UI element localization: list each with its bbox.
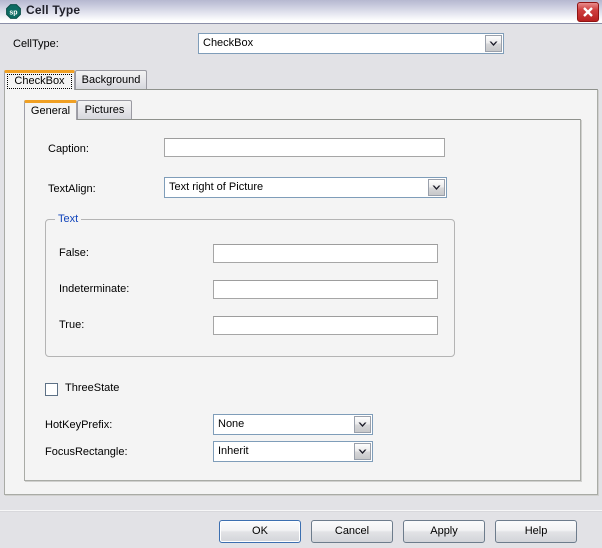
tab-focus-ring [7,74,72,89]
tab-general-label: General [30,105,71,117]
checkbox-box-icon [45,383,58,396]
outer-tabstrip: CheckBox Background [4,70,598,90]
cell-type-dialog: sp Cell Type CellType: CheckBox CheckBox… [0,0,602,548]
celltype-combo-value: CheckBox [203,37,254,49]
celltype-combo[interactable]: CheckBox [198,33,504,54]
false-input[interactable] [213,244,438,263]
chevron-down-icon[interactable] [428,179,445,196]
apply-button[interactable]: Apply [403,520,485,543]
textalign-label: TextAlign: [48,183,96,195]
chevron-down-icon[interactable] [354,416,371,433]
textalign-combo[interactable]: Text right of Picture [164,177,447,198]
celltype-label: CellType: [13,38,59,50]
hotkeyprefix-label: HotKeyPrefix: [45,419,113,431]
inner-tabstrip: General Pictures [24,100,584,120]
tab-general[interactable]: General [24,100,77,120]
hotkeyprefix-combo-value: None [218,418,245,430]
indeterminate-label: Indeterminate: [59,283,130,295]
svg-text:sp: sp [9,10,17,17]
caption-label: Caption: [48,143,89,155]
window-title: Cell Type [26,3,81,17]
false-label: False: [59,247,89,259]
caption-input[interactable] [164,138,445,157]
threestate-label: ThreeState [65,382,120,394]
title-bar: sp Cell Type [0,0,602,24]
true-input[interactable] [213,316,438,335]
footer-separator [0,510,602,512]
tab-pictures[interactable]: Pictures [77,100,132,120]
tab-checkbox[interactable]: CheckBox [4,70,75,90]
text-groupbox-legend: Text [55,213,82,225]
chevron-down-icon[interactable] [485,35,502,52]
close-icon[interactable] [577,2,599,22]
true-label: True: [59,319,85,331]
chevron-down-icon[interactable] [354,443,371,460]
spread-app-icon: sp [6,4,21,19]
textalign-combo-value: Text right of Picture [169,181,264,193]
tab-pictures-label: Pictures [84,104,125,116]
ok-button[interactable]: OK [219,520,301,543]
focusrectangle-label: FocusRectangle: [45,446,128,458]
tab-background[interactable]: Background [75,70,147,90]
tab-background-label: Background [81,74,141,86]
help-button[interactable]: Help [495,520,577,543]
hotkeyprefix-combo[interactable]: None [213,414,373,435]
focusrectangle-combo-value: Inherit [218,445,249,457]
focusrectangle-combo[interactable]: Inherit [213,441,373,462]
indeterminate-input[interactable] [213,280,438,299]
cancel-button[interactable]: Cancel [311,520,393,543]
